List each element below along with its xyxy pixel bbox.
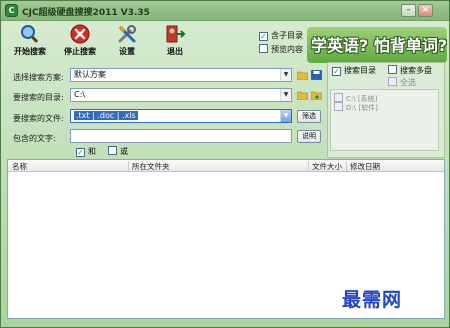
- open-folder-icon[interactable]: [297, 70, 308, 80]
- preview-content-label: 预览内容: [271, 45, 303, 54]
- results-header: 名称 所在文件夹 文件大小 修改日期: [8, 160, 444, 172]
- directory-value: C:\: [74, 90, 85, 99]
- site-watermark: 最需网: [342, 289, 403, 311]
- exit-label: 退出: [167, 47, 183, 56]
- app-logo-icon: C: [5, 4, 18, 17]
- start-search-button[interactable]: 开始搜索: [7, 23, 53, 60]
- add-folder-icon[interactable]: [311, 90, 322, 100]
- contains-label: 包含的文字:: [13, 134, 56, 143]
- include-subdirs-option[interactable]: ✓ 含子目录: [259, 30, 303, 41]
- close-button[interactable]: ×: [418, 4, 433, 17]
- exit-button[interactable]: 退出: [152, 23, 198, 60]
- select-all-option[interactable]: 全选: [388, 77, 416, 88]
- logic-or-label: 或: [120, 147, 128, 156]
- start-search-label: 开始搜索: [14, 47, 46, 56]
- drive-list[interactable]: C:\ [系统] D:\ [软件]: [330, 89, 439, 151]
- logic-and-checkbox[interactable]: ✓: [76, 148, 85, 157]
- logic-and-option[interactable]: ✓ 和: [76, 146, 96, 157]
- scheme-select[interactable]: 默认方案 ▼: [70, 68, 292, 82]
- settings-button[interactable]: 设置: [104, 23, 150, 60]
- logic-or-option[interactable]: 或: [108, 146, 128, 157]
- select-all-checkbox[interactable]: [388, 77, 397, 86]
- column-divider[interactable]: [346, 161, 347, 171]
- chevron-down-icon[interactable]: ▼: [280, 89, 291, 101]
- select-all-label: 全选: [400, 78, 416, 87]
- column-divider[interactable]: [308, 161, 309, 171]
- stop-search-button[interactable]: 停止搜索: [57, 23, 103, 60]
- scheme-label: 选择搜索方案:: [13, 73, 64, 82]
- directory-select[interactable]: C:\ ▼: [70, 88, 292, 102]
- ad-banner[interactable]: 学英语? 怕背单词?: [307, 27, 447, 63]
- files-select[interactable]: .txt | .doc | .xls ▼: [70, 109, 292, 123]
- column-size[interactable]: 文件大小: [312, 161, 342, 172]
- column-modified[interactable]: 修改日期: [350, 161, 380, 172]
- logic-and-label: 和: [88, 147, 96, 156]
- filter-button[interactable]: 筛选: [297, 110, 321, 123]
- contains-input[interactable]: [70, 129, 292, 143]
- window-title: CJC超级硬盘搜搜2011 V3.35: [22, 8, 150, 18]
- column-folder[interactable]: 所在文件夹: [132, 161, 170, 172]
- stop-icon: [70, 24, 90, 44]
- scheme-value: 默认方案: [74, 70, 106, 79]
- stop-search-label: 停止搜索: [64, 47, 96, 56]
- chevron-down-icon[interactable]: ▼: [280, 110, 291, 122]
- drive-checkbox[interactable]: [334, 93, 343, 102]
- search-multi-option[interactable]: 搜索多盘: [388, 65, 432, 76]
- preview-content-option[interactable]: 预览内容: [259, 44, 303, 55]
- files-label: 要搜索的文件:: [13, 114, 64, 123]
- save-icon[interactable]: [311, 70, 322, 80]
- search-start-icon: [21, 25, 38, 43]
- app-window: C CJC超级硬盘搜搜2011 V3.35 – × 开始搜索 停止搜索 设置 退…: [0, 0, 450, 328]
- help-button[interactable]: 说明: [297, 130, 321, 143]
- search-dirs-checkbox[interactable]: ✓: [332, 67, 341, 76]
- chevron-down-icon[interactable]: ▼: [280, 69, 291, 81]
- files-value: .txt | .doc | .xls: [74, 111, 138, 120]
- minimize-button[interactable]: –: [401, 4, 416, 17]
- exit-icon: [166, 25, 186, 43]
- browse-folder-icon[interactable]: [297, 90, 308, 100]
- logic-or-checkbox[interactable]: [108, 146, 117, 155]
- column-divider[interactable]: [128, 161, 129, 171]
- preview-content-checkbox[interactable]: [259, 44, 268, 53]
- include-subdirs-label: 含子目录: [271, 31, 303, 40]
- search-multi-label: 搜索多盘: [400, 66, 432, 75]
- column-name[interactable]: 名称: [12, 161, 27, 172]
- search-multi-checkbox[interactable]: [388, 65, 397, 74]
- include-subdirs-checkbox[interactable]: ✓: [259, 32, 268, 41]
- settings-label: 设置: [119, 47, 135, 56]
- drive-checkbox[interactable]: [334, 102, 343, 111]
- search-dirs-label: 搜索目录: [344, 66, 376, 75]
- title-bar[interactable]: C CJC超级硬盘搜搜2011 V3.35 – ×: [1, 1, 449, 21]
- tools-icon: [118, 25, 136, 43]
- search-dirs-option[interactable]: ✓ 搜索目录: [332, 65, 376, 76]
- banner-text: 学英语? 怕背单词?: [311, 36, 447, 55]
- directory-label: 要搜索的目录:: [13, 93, 64, 102]
- list-item[interactable]: D:\ [软件]: [334, 102, 378, 113]
- drive-label: D:\ [软件]: [346, 104, 378, 112]
